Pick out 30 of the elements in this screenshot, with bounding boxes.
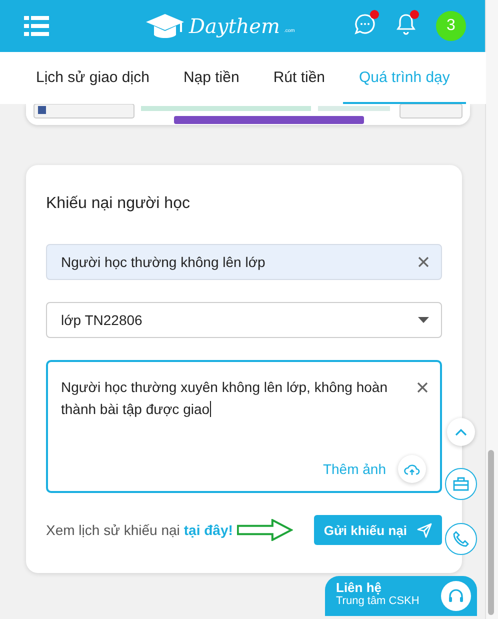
graduation-cap-icon [145,12,185,40]
menu-icon[interactable] [24,16,49,36]
history-text: Xem lịch sử khiếu nại [46,522,180,538]
cloud-upload-icon [404,462,420,476]
phone-icon [453,531,469,547]
upload-button[interactable] [398,455,426,483]
scroll-up-button[interactable] [447,418,475,446]
form-title: Khiếu nại người học [46,195,191,213]
reason-value: Người học thường không lên lớp [61,254,266,270]
tab[interactable]: Lịch sử giao dịch [20,52,166,104]
contact-subtitle: Trung tâm CSKH [336,595,420,607]
phone-button[interactable] [445,523,477,555]
caret-icon [418,317,429,323]
scrollbar-thumb[interactable] [488,450,494,615]
logo-name: Daythem [189,14,280,38]
clear-icon[interactable] [417,382,428,393]
clear-icon[interactable] [418,256,429,268]
chevron-up-icon [455,428,467,436]
reason-field[interactable]: Người học thường không lên lớp [46,244,442,280]
send-icon [417,522,432,538]
contact-title: Liên hệ [336,580,382,595]
class-dropdown[interactable]: lớp TN22806 [46,302,442,338]
arrow-annotation [236,519,293,541]
chat-icon[interactable] [354,12,376,34]
briefcase-icon [453,477,469,491]
bell-icon[interactable] [396,12,416,34]
tab[interactable]: Nạp tiền [167,52,256,104]
tab[interactable]: Rút tiền [257,52,342,104]
headset-icon [447,587,465,605]
briefcase-button[interactable] [445,468,477,500]
